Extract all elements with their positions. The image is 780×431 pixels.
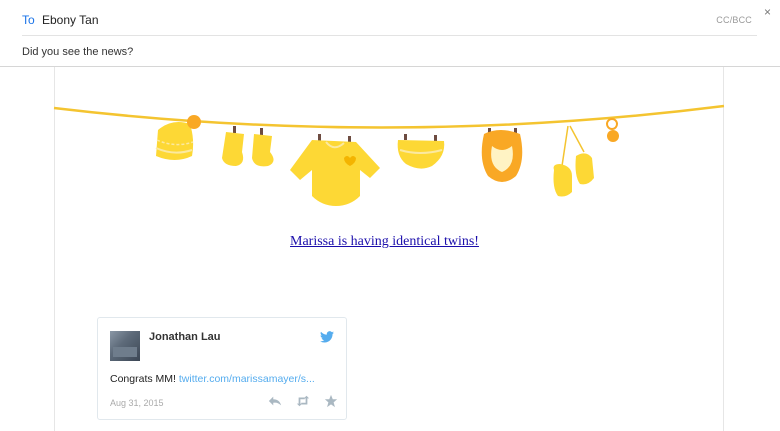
- recipient-field[interactable]: Ebony Tan: [42, 13, 99, 27]
- baby-mittens-icon: [553, 125, 594, 197]
- to-label: To: [22, 13, 35, 27]
- tweet-link[interactable]: twitter.com/marissamayer/s...: [179, 373, 315, 385]
- tweet-date[interactable]: Aug 31, 2015: [110, 398, 164, 408]
- subject-field[interactable]: Did you see the news?: [22, 46, 133, 58]
- avatar[interactable]: [110, 331, 140, 361]
- tweet-text: Congrats MM! twitter.com/marissamayer/s.…: [110, 373, 315, 385]
- tweet-text-body: Congrats MM!: [110, 373, 179, 385]
- cc-bcc-button[interactable]: CC/BCC: [716, 15, 752, 25]
- tweet-card[interactable]: Jonathan Lau Congrats MM! twitter.com/ma…: [97, 317, 347, 420]
- tweet-author[interactable]: Jonathan Lau: [149, 331, 221, 343]
- pacifier-icon: [606, 118, 619, 142]
- twitter-bird-icon[interactable]: [320, 331, 334, 343]
- tweet-actions: [268, 394, 338, 408]
- baby-hat-icon: [155, 115, 201, 160]
- recipient-row: To Ebony Tan CC/BCC: [0, 0, 780, 36]
- favorite-icon[interactable]: [324, 394, 338, 408]
- twins-news-link[interactable]: Marissa is having identical twins!: [290, 234, 479, 250]
- baby-diaper-icon: [397, 134, 445, 169]
- baby-bib-icon: [481, 128, 523, 182]
- baby-clothesline-image: [53, 104, 725, 206]
- baby-onesie-icon: [290, 134, 380, 206]
- baby-socks-icon: [222, 126, 274, 167]
- reply-icon[interactable]: [268, 394, 282, 408]
- retweet-icon[interactable]: [296, 394, 310, 408]
- divider: [22, 35, 757, 36]
